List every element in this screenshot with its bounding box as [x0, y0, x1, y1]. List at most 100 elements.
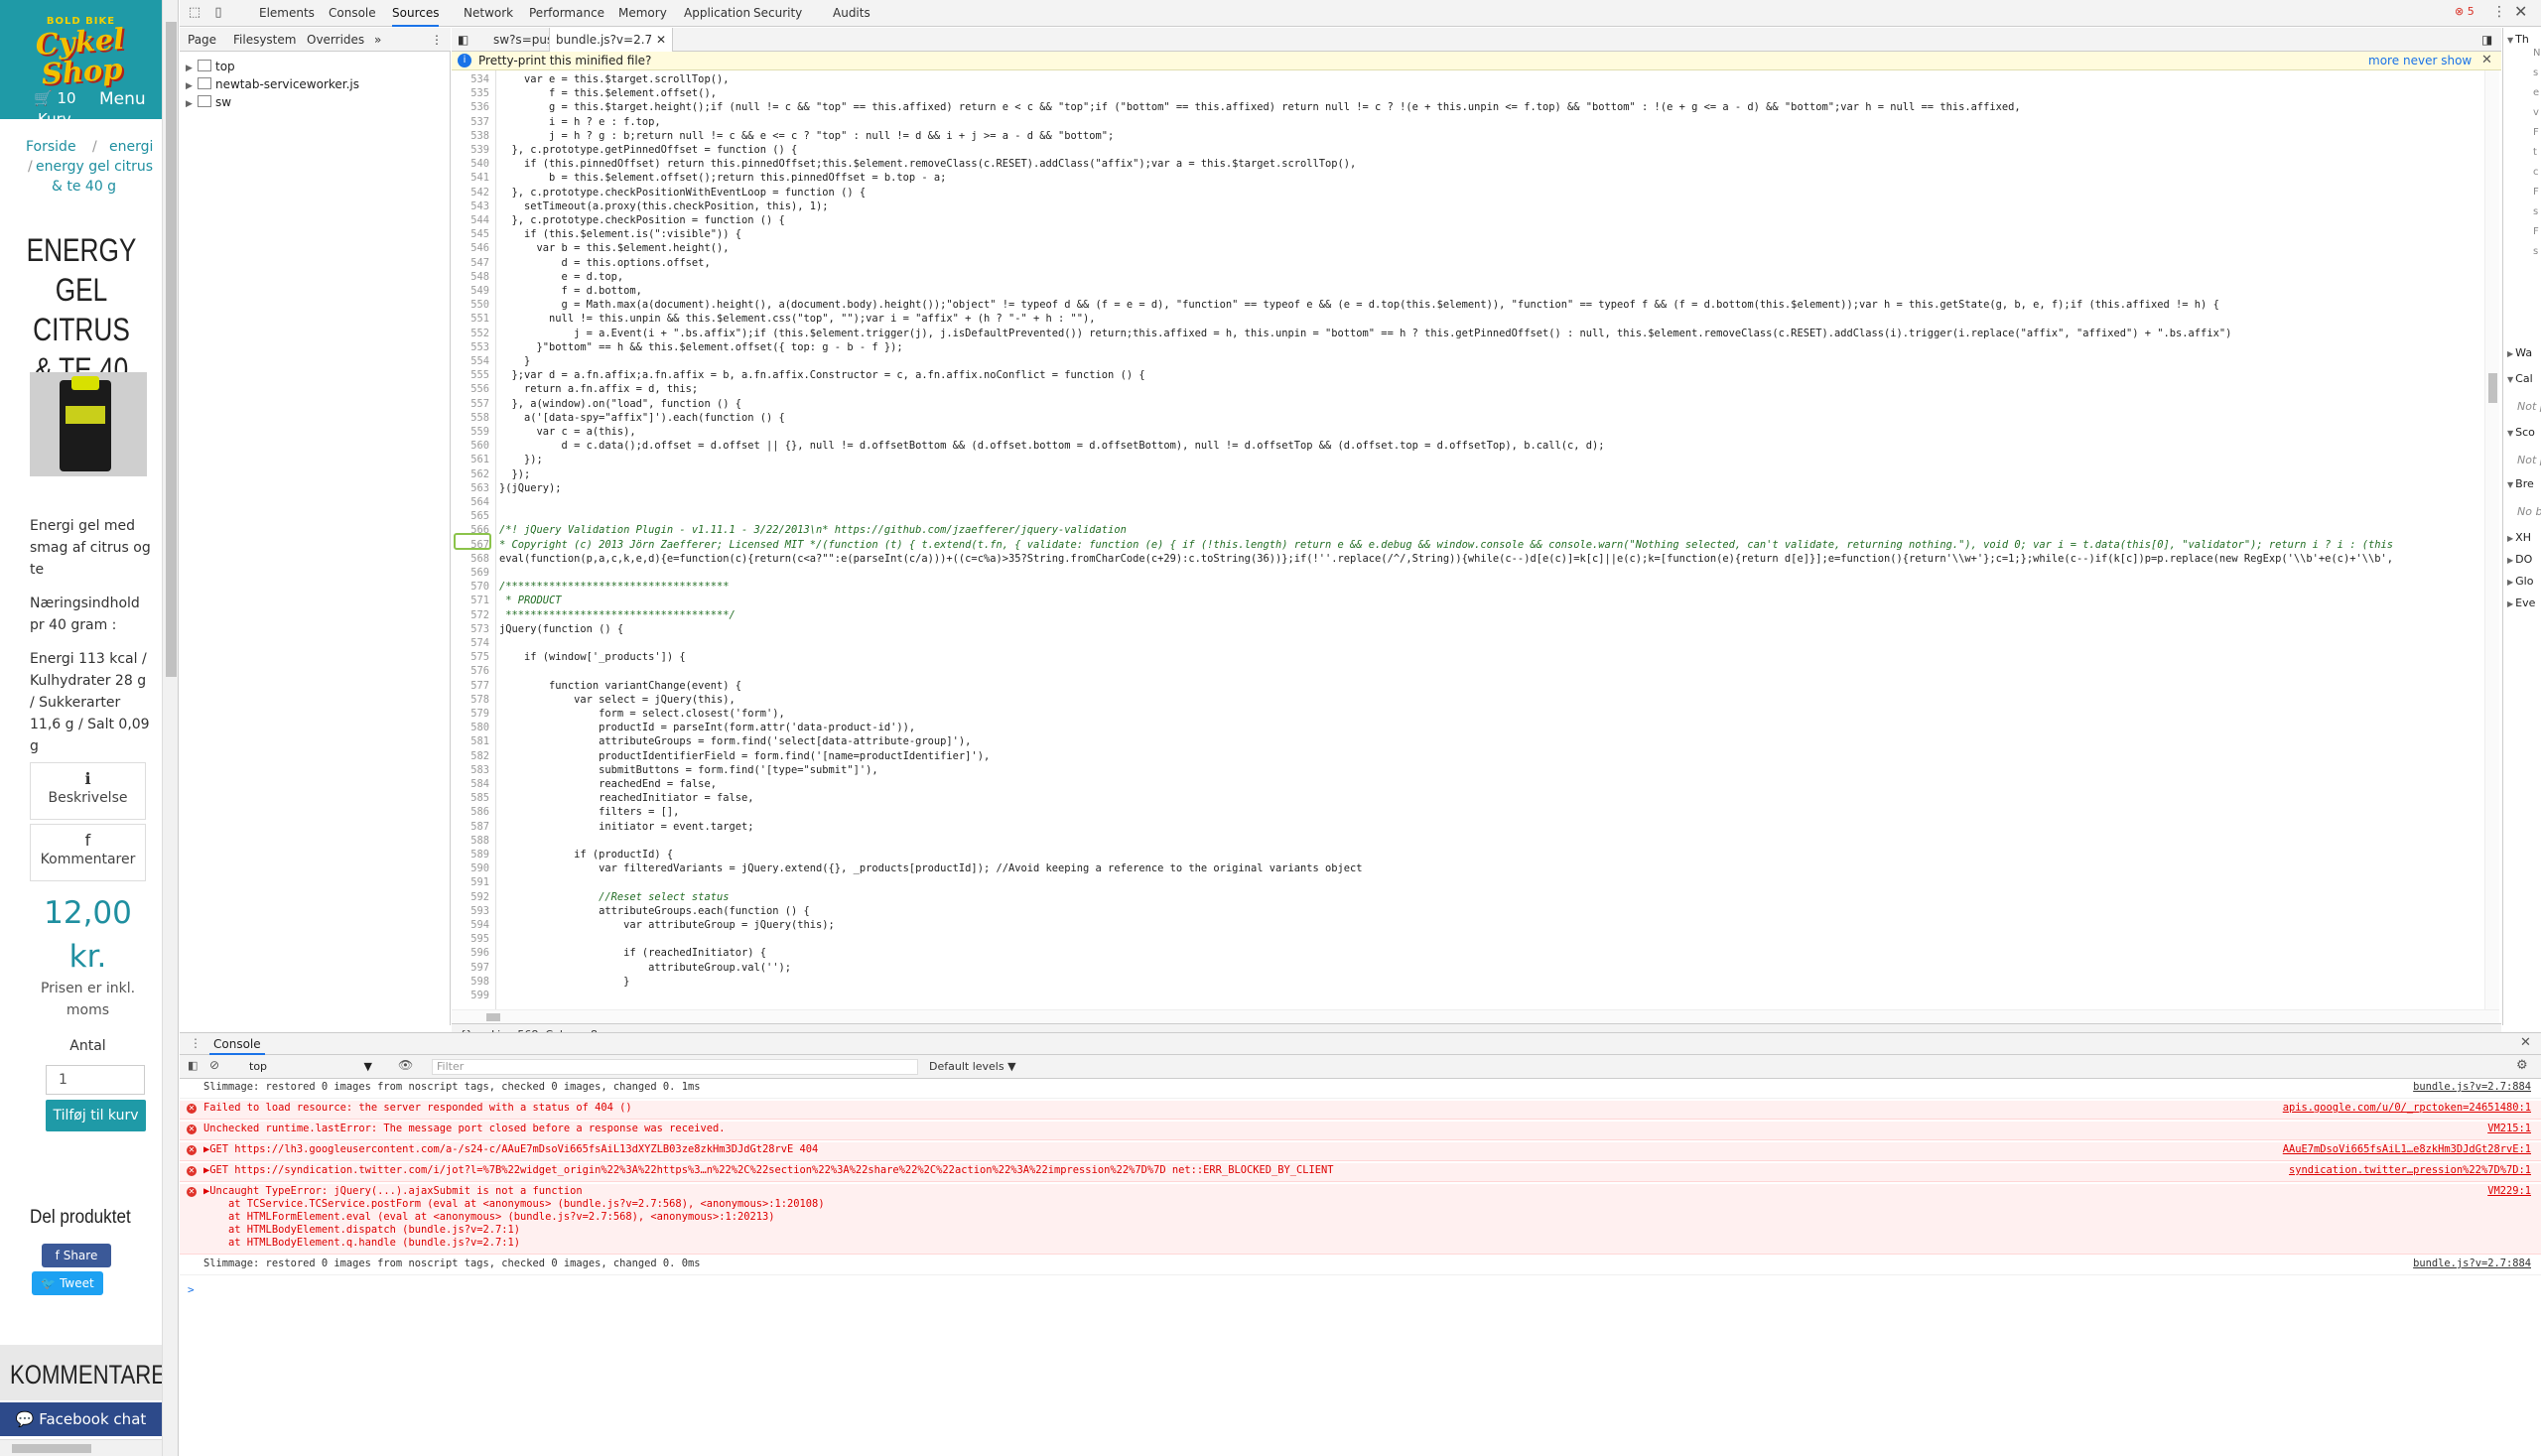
line-number[interactable]: 548	[452, 270, 493, 284]
debugger-section[interactable]: ▼ Bre	[2507, 476, 2534, 492]
line-number[interactable]: 588	[452, 834, 493, 848]
error-count-badge[interactable]: ⊗ 5	[2455, 5, 2474, 18]
device-toolbar-icon[interactable]: ▯	[211, 6, 225, 20]
pretty-print-more-link[interactable]: more	[2368, 52, 2399, 70]
tab-description[interactable]: ℹ Beskrivelse	[30, 762, 146, 820]
line-number[interactable]: 573	[452, 622, 493, 636]
code-line[interactable]: d = c.data();d.offset = d.offset || {}, …	[499, 439, 2474, 453]
line-number[interactable]: 587	[452, 820, 493, 834]
code-line[interactable]	[499, 875, 2474, 889]
line-number[interactable]: 570	[452, 580, 493, 594]
line-number[interactable]: 549	[452, 284, 493, 298]
line-number[interactable]: 541	[452, 171, 493, 185]
line-number[interactable]: 552	[452, 327, 493, 340]
line-number[interactable]: 550	[452, 298, 493, 312]
line-number[interactable]: 551	[452, 312, 493, 326]
code-line[interactable]: if (this.pinnedOffset) return this.pinne…	[499, 157, 2474, 171]
code-line[interactable]: form = select.closest('form'),	[499, 707, 2474, 721]
console-source-link[interactable]: bundle.js?v=2.7:884	[2413, 1081, 2531, 1094]
code-line[interactable]	[499, 932, 2474, 946]
code-line[interactable]: filters = [],	[499, 805, 2474, 819]
code-line[interactable]: initiator = event.target;	[499, 820, 2474, 834]
debugger-section[interactable]: ▶ Wa	[2507, 345, 2532, 361]
code-line[interactable]: reachedInitiator = false,	[499, 791, 2474, 805]
line-number[interactable]: 544	[452, 213, 493, 227]
console-message[interactable]: Slimmage: restored 0 images from noscrip…	[180, 1257, 2541, 1275]
editor-tab-bundle[interactable]: bundle.js?v=2.7 ✕	[549, 28, 674, 52]
code-line[interactable]: e = d.top,	[499, 270, 2474, 284]
line-number[interactable]: 565	[452, 509, 493, 523]
line-number[interactable]: 584	[452, 777, 493, 791]
debugger-section[interactable]: ▶ Glo	[2507, 574, 2533, 590]
code-line[interactable]: g = this.$target.height();if (null != c …	[499, 100, 2474, 114]
code-line[interactable]: /*! jQuery Validation Plugin - v1.11.1 -…	[499, 523, 2474, 537]
toggle-navigator-icon[interactable]: ◧	[458, 28, 475, 52]
close-infobar-icon[interactable]: ✕	[2481, 51, 2492, 69]
shop-logo[interactable]: BOLD BIKE Cykel Shop	[14, 16, 148, 91]
line-number[interactable]: 594	[452, 918, 493, 932]
line-number[interactable]: 572	[452, 608, 493, 622]
tab-console[interactable]: Console	[329, 0, 376, 27]
console-source-link[interactable]: apis.google.com/u/0/_rpctoken=24651480:1	[2283, 1102, 2531, 1115]
line-number[interactable]: 562	[452, 467, 493, 481]
code-line[interactable]: submitButtons = form.find('[type="submit…	[499, 763, 2474, 777]
code-line[interactable]	[499, 989, 2474, 1002]
line-number[interactable]: 591	[452, 875, 493, 889]
twitter-share-button[interactable]: 🐦 Tweet	[32, 1271, 103, 1295]
line-number[interactable]: 598	[452, 975, 493, 989]
close-tab-icon[interactable]: ✕	[656, 33, 666, 47]
code-line[interactable]: setTimeout(a.proxy(this.checkPosition, t…	[499, 199, 2474, 213]
code-line[interactable]: * Copyright (c) 2013 Jörn Zaefferer; Lic…	[499, 538, 2474, 552]
code-line[interactable]: a('[data-spy="affix"]').each(function ()…	[499, 411, 2474, 425]
tab-comments[interactable]: f Kommentarer	[30, 824, 146, 881]
console-error[interactable]: ✕ Unchecked runtime.lastError: The messag…	[180, 1122, 2541, 1140]
line-number[interactable]: 599	[452, 989, 493, 1002]
shop-horizontal-scrollbar[interactable]	[0, 1439, 162, 1456]
editor-scroll-thumb[interactable]	[2488, 373, 2497, 403]
code-line[interactable]	[499, 834, 2474, 848]
debugger-section[interactable]: ▶ XH	[2507, 530, 2531, 546]
line-number[interactable]: 590	[452, 861, 493, 875]
console-error[interactable]: ✕ ▶GET https://lh3.googleusercontent.com/…	[180, 1142, 2541, 1161]
code-line[interactable]: //Reset select status	[499, 890, 2474, 904]
tree-item-top[interactable]: ▶ top	[186, 58, 235, 75]
code-line[interactable]: attributeGroups.each(function () {	[499, 904, 2474, 918]
code-line[interactable]: }	[499, 354, 2474, 368]
more-tabs-icon[interactable]: »	[374, 28, 381, 52]
code-line[interactable]	[499, 509, 2474, 523]
code-line[interactable]: if (this.$element.is(":visible")) {	[499, 227, 2474, 241]
code-line[interactable]: productId = parseInt(form.attr('data-pro…	[499, 721, 2474, 734]
close-drawer-icon[interactable]: ✕	[2520, 1035, 2531, 1050]
line-number[interactable]: 538	[452, 129, 493, 143]
line-number[interactable]: 560	[452, 439, 493, 453]
product-image[interactable]	[30, 372, 147, 476]
code-line[interactable]: j = a.Event(i + ".bs.affix");if (this.$e…	[499, 327, 2474, 340]
code-line[interactable]	[499, 566, 2474, 580]
line-number[interactable]: 583	[452, 763, 493, 777]
line-number[interactable]: 576	[452, 664, 493, 678]
debugger-section[interactable]: ▼ Sco	[2507, 425, 2535, 441]
tab-filesystem[interactable]: Filesystem	[233, 28, 296, 52]
more-options-icon[interactable]: ⋮	[2492, 4, 2506, 20]
line-number[interactable]: 563	[452, 481, 493, 495]
code-line[interactable]: };var d = a.fn.affix;a.fn.affix = b, a.f…	[499, 368, 2474, 382]
line-number[interactable]: 535	[452, 86, 493, 100]
tab-application[interactable]: Application	[684, 0, 750, 27]
line-number[interactable]: 581	[452, 734, 493, 748]
code-line[interactable]: });	[499, 467, 2474, 481]
code-line[interactable]: attributeGroups = form.find('select[data…	[499, 734, 2474, 748]
shop-vertical-scrollbar[interactable]	[162, 0, 178, 1456]
log-levels-dropdown[interactable]: Default levels ▼	[929, 1059, 1016, 1075]
code-line[interactable]: reachedEnd = false,	[499, 777, 2474, 791]
line-number[interactable]: 582	[452, 749, 493, 763]
tab-sources[interactable]: Sources	[392, 0, 440, 27]
editor-vertical-scrollbar[interactable]	[2484, 70, 2499, 1009]
line-number[interactable]: 555	[452, 368, 493, 382]
code-line[interactable]: var b = this.$element.height(),	[499, 241, 2474, 255]
breadcrumb-category[interactable]: energi	[109, 139, 153, 155]
code-line[interactable]: var c = a(this),	[499, 425, 2474, 439]
shop-hscroll-thumb[interactable]	[12, 1444, 91, 1453]
line-number[interactable]: 561	[452, 453, 493, 466]
tree-item-sw[interactable]: ▶ sw	[186, 93, 231, 111]
console-source-link[interactable]: VM229:1	[2487, 1185, 2531, 1198]
